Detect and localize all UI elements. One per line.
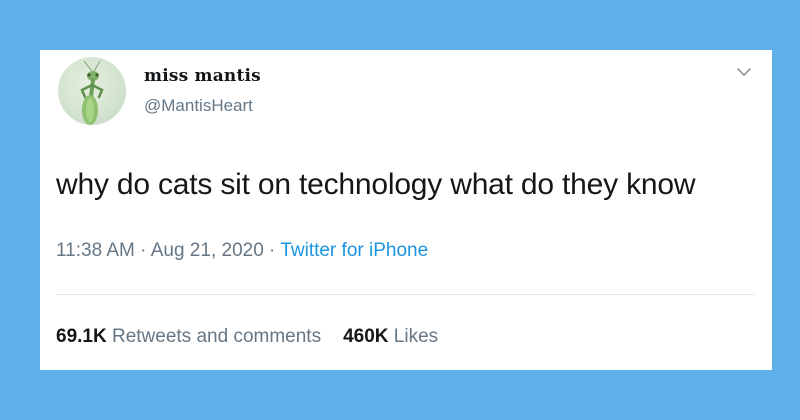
meta-separator: · xyxy=(263,240,281,261)
likes-count: 460K xyxy=(343,326,389,347)
retweets-label: Retweets and comments xyxy=(106,326,322,347)
retweets-stat[interactable]: 69.1K Retweets and comments xyxy=(56,326,321,347)
tweet-text: why do cats sit on technology what do th… xyxy=(56,168,696,201)
praying-mantis-icon xyxy=(80,60,104,125)
user-handle[interactable]: @MantisHeart xyxy=(144,96,253,116)
meta-separator: · xyxy=(134,240,151,261)
avatar[interactable] xyxy=(58,57,126,125)
tweet-stats: 69.1K Retweets and comments 460K Likes xyxy=(56,326,438,348)
display-name[interactable]: miss mantis xyxy=(144,66,261,86)
tweet-meta: 11:38 AM · Aug 21, 2020 · Twitter for iP… xyxy=(56,240,428,262)
tweet-date[interactable]: Aug 21, 2020 xyxy=(151,240,264,261)
retweets-count: 69.1K xyxy=(56,326,107,347)
chevron-down-icon[interactable] xyxy=(734,62,754,82)
likes-label: Likes xyxy=(388,326,439,347)
tweet-source-link[interactable]: Twitter for iPhone xyxy=(280,240,428,261)
divider xyxy=(56,294,754,295)
tweet-card: miss mantis @MantisHeart why do cats sit… xyxy=(40,50,772,370)
likes-stat[interactable]: 460K Likes xyxy=(343,326,438,347)
tweet-time[interactable]: 11:38 AM xyxy=(56,240,135,261)
